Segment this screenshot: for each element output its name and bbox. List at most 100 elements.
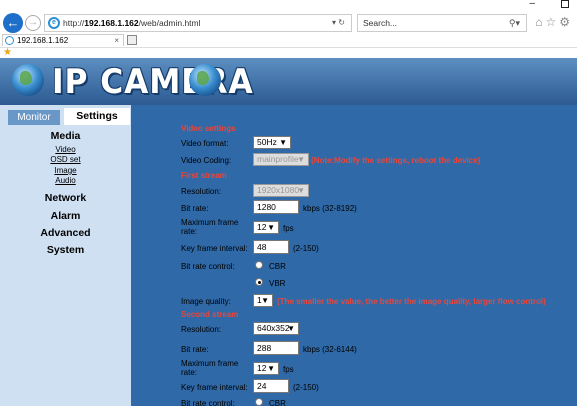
chevron-down-icon: ▼ — [297, 155, 305, 164]
menu-item-audio[interactable]: Audio — [0, 176, 131, 185]
menu-advanced[interactable]: Advanced — [0, 227, 131, 239]
second-bitrate-label: Bit rate: — [181, 345, 209, 354]
first-cbr-radio[interactable] — [255, 261, 263, 269]
section-second-stream: Second stream — [181, 310, 239, 319]
back-arrow-icon: ← — [6, 15, 20, 30]
first-bitrate-input[interactable]: 1280 — [253, 200, 299, 214]
chevron-down-icon: ▼ — [267, 364, 275, 373]
tab-ie-icon — [5, 36, 14, 45]
video-format-value: 50Hz — [257, 137, 277, 147]
minimize-button[interactable]: – — [529, 0, 535, 9]
tab-title: 192.168.1.162 — [17, 36, 69, 45]
globe-icon — [189, 64, 221, 96]
coding-note: (Note:Modify the settings, reboot the de… — [311, 156, 481, 165]
first-bitrate-label: Bit rate: — [181, 204, 209, 213]
second-bitrate-unit: kbps (32-6144) — [303, 345, 357, 354]
section-video-settings: Video settings — [181, 124, 236, 133]
favorites-bar: ★ — [0, 47, 577, 58]
second-framerate-value: 12 — [257, 363, 267, 373]
chevron-down-icon: ▼ — [261, 296, 269, 305]
first-keyframe-label: Key frame interval: — [181, 244, 248, 253]
menu-media[interactable]: Media — [0, 130, 131, 142]
first-framerate-unit: fps — [283, 224, 294, 233]
refresh-icon[interactable]: ▾ ↻ — [332, 15, 345, 31]
menu-alarm[interactable]: Alarm — [0, 210, 131, 222]
address-prefix: http:// — [63, 18, 85, 28]
chevron-down-icon: ▼ — [267, 223, 275, 232]
menu-system[interactable]: System — [0, 244, 131, 256]
first-resolution-select[interactable]: 1920x1080 ▼ — [253, 184, 309, 197]
first-quality-label: Image quality: — [181, 297, 231, 306]
globe-icon — [12, 64, 44, 96]
first-resolution-label: Resolution: — [181, 187, 222, 196]
menu-item-image[interactable]: Image — [0, 166, 131, 175]
ie-icon: e — [48, 17, 60, 29]
tab-settings[interactable]: Settings — [64, 108, 130, 125]
maximize-button[interactable] — [561, 0, 569, 8]
first-framerate-select[interactable]: 12 ▼ — [253, 221, 279, 234]
address-bar[interactable]: e http://192.168.1.162/web/admin.html ▾ … — [44, 14, 352, 32]
video-format-select[interactable]: 50Hz ▼ — [253, 136, 291, 149]
second-framerate-unit: fps — [283, 365, 294, 374]
chevron-down-icon: ▼ — [279, 138, 287, 147]
second-cbr-label: CBR — [269, 399, 286, 408]
browser-tab[interactable]: 192.168.1.162 × — [2, 34, 124, 46]
nav-row: ← → e http://192.168.1.162/web/admin.htm… — [0, 12, 577, 34]
tab-monitor[interactable]: Monitor — [8, 110, 60, 125]
camera-banner: IP CAMERA — [0, 58, 577, 105]
first-keyframe-input[interactable]: 48 — [253, 240, 289, 254]
first-vbr-radio[interactable] — [255, 278, 263, 286]
second-keyframe-input[interactable]: 24 — [253, 379, 289, 393]
first-resolution-value: 1920x1080 — [257, 185, 300, 195]
first-framerate-value: 12 — [257, 222, 267, 232]
close-icon[interactable]: × — [114, 35, 119, 46]
new-tab-button[interactable] — [127, 35, 137, 45]
second-bitrate-input[interactable]: 288 — [253, 341, 299, 355]
chevron-down-icon: ▼ — [297, 186, 305, 195]
second-resolution-label: Resolution: — [181, 325, 222, 334]
first-vbr-label: VBR — [269, 279, 286, 288]
video-format-label: Video format: — [181, 139, 229, 148]
video-coding-value: mainprofile — [257, 154, 299, 164]
second-keyframe-label: Key frame interval: — [181, 383, 248, 392]
favorites-star-icon[interactable]: ☆ — [545, 15, 559, 29]
logo-text: IP CAMERA — [52, 62, 254, 102]
mode-tabs: Monitor Settings — [8, 108, 131, 125]
back-button[interactable]: ← — [3, 13, 23, 33]
window-controls: – — [517, 0, 577, 12]
first-framerate-label: Maximum frame rate: — [181, 218, 239, 236]
search-placeholder: Search... — [363, 18, 398, 28]
settings-panel: Video settings Video format: 50Hz ▼ Video… — [131, 105, 577, 408]
home-icon[interactable]: ⌂ — [535, 15, 545, 29]
second-resolution-value: 640x352 — [257, 323, 290, 333]
sidebar: Monitor Settings Media Video OSD set Ima… — [0, 105, 131, 406]
toolbar-icons: ⌂☆⚙ — [535, 15, 573, 29]
quality-note: (The smaller the value, the better the i… — [277, 297, 546, 306]
search-input[interactable]: Search... ⚲▾ — [357, 14, 527, 32]
section-first-stream: First stream — [181, 171, 227, 180]
forward-button[interactable]: → — [25, 15, 41, 31]
browser-chrome: – ← → e http://192.168.1.162/web/admin.h… — [0, 0, 577, 58]
chevron-down-icon: ▼ — [287, 324, 295, 333]
first-quality-select[interactable]: 1 ▼ — [253, 294, 273, 307]
first-cbr-label: CBR — [269, 262, 286, 271]
video-coding-label: Video Coding: — [181, 156, 232, 165]
add-favorite-icon[interactable]: ★ — [3, 47, 12, 58]
forward-arrow-icon: → — [28, 17, 38, 28]
menu-item-video[interactable]: Video — [0, 145, 131, 154]
address-host: 192.168.1.162 — [84, 18, 139, 28]
second-framerate-select[interactable]: 12 ▼ — [253, 362, 279, 375]
browser-tab-row: 192.168.1.162 × — [0, 34, 577, 46]
menu-item-osd-set[interactable]: OSD set — [0, 155, 131, 164]
video-coding-select[interactable]: mainprofile ▼ — [253, 153, 309, 166]
address-path: /web/admin.html — [138, 18, 201, 28]
menu-network[interactable]: Network — [0, 192, 131, 204]
second-keyframe-range: (2-150) — [293, 383, 319, 392]
second-cbr-radio[interactable] — [255, 398, 263, 406]
gear-icon[interactable]: ⚙ — [559, 15, 573, 29]
search-icon[interactable]: ⚲▾ — [509, 15, 520, 31]
second-control-label: Bit rate control: — [181, 399, 235, 408]
second-resolution-select[interactable]: 640x352 ▼ — [253, 322, 299, 335]
first-bitrate-unit: kbps (32-8192) — [303, 204, 357, 213]
first-control-label: Bit rate control: — [181, 262, 235, 271]
